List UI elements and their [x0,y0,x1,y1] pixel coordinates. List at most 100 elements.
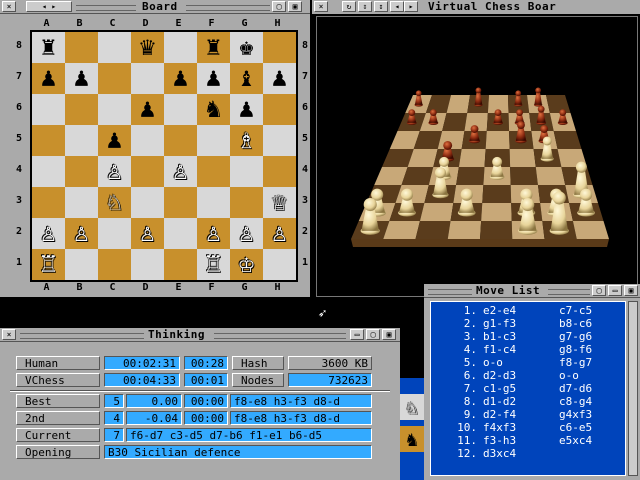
arrows-gadget[interactable]: ◂ ▸ [26,1,72,12]
iconify-gadget[interactable]: ▭ [608,285,622,296]
square-h4[interactable] [263,156,296,187]
square-c4[interactable]: ♙ [98,156,131,187]
square-f1[interactable]: ♖ [197,249,230,280]
square-c8[interactable] [98,32,131,63]
square-e7[interactable]: ♟ [164,63,197,94]
square-e2[interactable] [164,218,197,249]
square-e1[interactable] [164,249,197,280]
drag-bar[interactable] [548,289,590,295]
square-a5[interactable] [32,125,65,156]
depth-gadget[interactable]: ▣ [624,285,638,296]
move-list[interactable]: 1. e2-e4 c7-c5 2. g1-f3 b8-c6 3. b1-c3 g7-g6 4. f1… [430,301,626,476]
thinking-window[interactable]: × Thinking ▭ ▢ ▣ Human 00:02:31 00:28 Ha… [0,328,400,480]
move-row[interactable]: 11. f3-h3 e5xc4 [431,434,625,447]
close-gadget[interactable]: × [2,329,16,340]
virtual-board-window[interactable]: × ↻ ⇕ ↕ ◂ ▸ Virtual Chess Boar [312,0,640,297]
square-b4[interactable] [65,156,98,187]
square-g1[interactable]: ♔ [230,249,263,280]
move-row[interactable]: 2. g1-f3 b8-c6 [431,317,625,330]
drag-bar[interactable] [428,289,472,295]
square-d6[interactable]: ♟ [131,94,164,125]
depth-gadget[interactable]: ▣ [288,1,302,12]
square-d5[interactable] [131,125,164,156]
move-row[interactable]: 8. d1-d2 c8-g4 [431,395,625,408]
move-row[interactable]: 4. f1-c4 g8-f6 [431,343,625,356]
drag-bar[interactable] [214,333,346,339]
square-a6[interactable] [32,94,65,125]
move-row[interactable]: 10. f4xf3 c6-e5 [431,421,625,434]
square-g7[interactable]: ♝ [230,63,263,94]
square-g4[interactable] [230,156,263,187]
square-a3[interactable] [32,187,65,218]
square-b6[interactable] [65,94,98,125]
move-row[interactable]: 5. o-o f8-g7 [431,356,625,369]
square-d3[interactable] [131,187,164,218]
square-c1[interactable] [98,249,131,280]
move-list-window[interactable]: Move List ▢ ▭ ▣ 1. e2-e4 c7-c5 2. g1-f3 b8-c6… [424,284,640,480]
square-b1[interactable] [65,249,98,280]
arrows-gadget[interactable]: ◂ [390,1,404,12]
depth-gadget[interactable]: ▣ [382,329,396,340]
chess-board[interactable]: ♜ ♛ ♜ ♚ ♟ ♟ ♟ ♟ ♝ ♟ ♟ ♞ ♟ ♟ ♗ ♙ ♙ ♘ ♕ ♙ ♙ ♙ ♙ ♙ ♙ ♖ ♖ ♔ [30,30,298,282]
v3d-titlebar[interactable]: × ↻ ⇕ ↕ ◂ ▸ Virtual Chess Boar [312,0,640,14]
square-f5[interactable] [197,125,230,156]
move-row[interactable]: 6. d2-d3 o-o [431,369,625,382]
height-gadget[interactable]: ↕ [374,1,388,12]
square-a2[interactable]: ♙ [32,218,65,249]
move-list-scrollbar[interactable] [628,301,638,476]
square-f4[interactable] [197,156,230,187]
square-f8[interactable]: ♜ [197,32,230,63]
move-row[interactable]: 3. b1-c3 g7-g6 [431,330,625,343]
square-f3[interactable] [197,187,230,218]
square-e6[interactable] [164,94,197,125]
hidden-board-window[interactable]: ♘ ♞ [400,378,424,480]
square-g5[interactable]: ♗ [230,125,263,156]
iconify-gadget[interactable]: ▭ [350,329,364,340]
move-row[interactable]: 1. e2-e4 c7-c5 [431,304,625,317]
zoom-gadget[interactable]: ▢ [272,1,286,12]
drag-bar[interactable] [20,333,144,339]
square-f2[interactable]: ♙ [197,218,230,249]
square-f7[interactable]: ♟ [197,63,230,94]
square-e8[interactable] [164,32,197,63]
move-list-titlebar[interactable]: Move List ▢ ▭ ▣ [424,284,640,298]
rotate-gadget[interactable]: ↻ [342,1,356,12]
square-h6[interactable] [263,94,296,125]
square-d8[interactable]: ♛ [131,32,164,63]
square-b2[interactable]: ♙ [65,218,98,249]
square-b3[interactable] [65,187,98,218]
square-b5[interactable] [65,125,98,156]
square-h1[interactable] [263,249,296,280]
square-b8[interactable] [65,32,98,63]
square-g8[interactable]: ♚ [230,32,263,63]
square-f6[interactable]: ♞ [197,94,230,125]
square-d4[interactable] [131,156,164,187]
square-h3[interactable]: ♕ [263,187,296,218]
3d-board-view[interactable] [316,16,638,297]
zoom-gadget[interactable]: ▢ [592,285,606,296]
square-a7[interactable]: ♟ [32,63,65,94]
square-a1[interactable]: ♖ [32,249,65,280]
board-titlebar[interactable]: × ◂ ▸ Board ▢ ▣ [0,0,310,14]
square-g6[interactable]: ♟ [230,94,263,125]
close-gadget[interactable]: × [2,1,16,12]
square-a4[interactable] [32,156,65,187]
square-c7[interactable] [98,63,131,94]
square-e5[interactable] [164,125,197,156]
drag-bar[interactable] [186,5,270,11]
square-d2[interactable]: ♙ [131,218,164,249]
move-row[interactable]: 7. c1-g5 d7-d6 [431,382,625,395]
move-row[interactable]: 9. d2-f4 g4xf3 [431,408,625,421]
close-gadget[interactable]: × [314,1,328,12]
square-d1[interactable] [131,249,164,280]
square-h2[interactable]: ♙ [263,218,296,249]
square-c5[interactable]: ♟ [98,125,131,156]
thinking-titlebar[interactable]: × Thinking ▭ ▢ ▣ [0,328,400,342]
tilt-gadget[interactable]: ⇕ [358,1,372,12]
zoom-gadget[interactable]: ▢ [366,329,380,340]
square-a8[interactable]: ♜ [32,32,65,63]
square-b7[interactable]: ♟ [65,63,98,94]
square-c6[interactable] [98,94,131,125]
square-c2[interactable] [98,218,131,249]
square-c3[interactable]: ♘ [98,187,131,218]
